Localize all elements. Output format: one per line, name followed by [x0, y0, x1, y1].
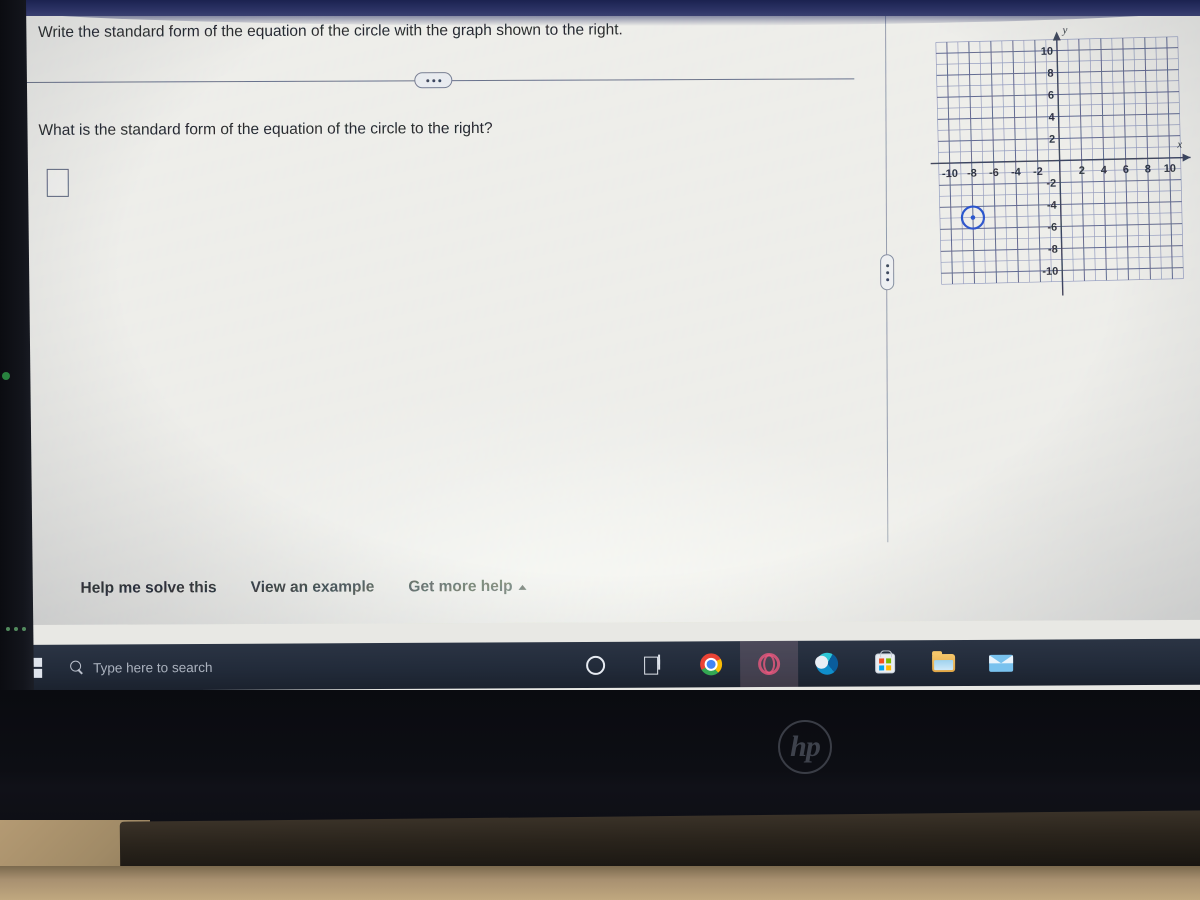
help-me-solve-this-link[interactable]: Help me solve this [80, 579, 216, 598]
dot [425, 78, 429, 82]
question-sub-prompt: What is the standard form of the equatio… [38, 119, 493, 139]
link-label: View an example [250, 578, 375, 597]
dot [885, 277, 889, 281]
y-tick-2: 2 [1049, 134, 1055, 146]
answer-input[interactable] [46, 168, 69, 197]
x-axis-arrow [1182, 153, 1191, 162]
y-tick--6: -6 [1047, 222, 1057, 234]
x-tick-6: 6 [1123, 164, 1129, 176]
x-tick--4: -4 [1011, 166, 1022, 178]
x-tick--8: -8 [967, 167, 977, 179]
x-tick-10: 10 [1164, 163, 1177, 175]
y-tick--2: -2 [1046, 178, 1056, 190]
y-tick--10: -10 [1042, 266, 1058, 278]
laptop-photo: hp Write the standard form of the equati… [0, 0, 1200, 900]
x-tick-4: 4 [1101, 164, 1108, 176]
search-input[interactable]: Type here to search [56, 643, 416, 690]
status-led [2, 372, 10, 380]
more-options-button[interactable] [414, 72, 453, 89]
opera-icon[interactable] [739, 640, 799, 688]
view-an-example-link[interactable]: View an example [251, 578, 375, 597]
x-tick--10: -10 [942, 168, 958, 180]
x-tick--6: -6 [989, 167, 999, 179]
x-axis [930, 156, 1191, 165]
desk-surface-bottom [0, 866, 1200, 900]
panel-resize-handle[interactable] [880, 254, 895, 291]
caret-up-icon [518, 584, 527, 590]
x-tick--2: -2 [1033, 166, 1043, 178]
search-icon [70, 661, 84, 675]
file-explorer-icon[interactable] [914, 640, 972, 686]
mail-icon[interactable] [972, 640, 1030, 686]
dot [431, 78, 435, 82]
x-tick-8: 8 [1145, 163, 1151, 175]
y-tick-8: 8 [1047, 68, 1053, 80]
graphed-circle-center-point [970, 215, 976, 220]
laptop-screen: Write the standard form of the equation … [0, 0, 1200, 690]
edge-icon[interactable] [798, 641, 856, 687]
dot [885, 270, 889, 274]
search-placeholder: Type here to search [93, 659, 213, 676]
x-axis-label: x [1176, 139, 1182, 151]
cortana-icon[interactable] [566, 642, 624, 688]
math-courseware-page: Write the standard form of the equation … [26, 4, 1200, 625]
dot [437, 78, 441, 82]
taskbar-pinned-icons [566, 640, 1030, 688]
windows-taskbar: Type here to search [8, 638, 1200, 690]
get-more-help-link[interactable]: Get more help [408, 577, 527, 597]
y-axis-label: y [1061, 24, 1067, 36]
y-axis-arrow [1052, 31, 1061, 41]
graph-svg: x y -10 -8 -6 -4 -2 2 4 6 8 10 10 8 6 4 2 -2 -4 -6 -8 -10 [930, 24, 1191, 296]
y-tick--8: -8 [1048, 244, 1058, 256]
link-label: Get more help [408, 577, 513, 596]
microsoft-store-icon[interactable] [856, 640, 914, 686]
task-view-icon[interactable] [624, 641, 682, 687]
link-label: Help me solve this [80, 579, 217, 597]
x-tick-2: 2 [1079, 165, 1085, 177]
footer-action-links: Help me solve this View an example Get m… [80, 577, 527, 598]
coordinate-graph[interactable]: x y -10 -8 -6 -4 -2 2 4 6 8 10 10 8 6 4 2 -2 -4 -6 -8 -10 [921, 16, 1198, 307]
y-tick-6: 6 [1048, 90, 1054, 102]
y-tick-10: 10 [1041, 46, 1054, 58]
y-tick--4: -4 [1047, 200, 1058, 212]
screen-bezel-top [0, 0, 1200, 16]
y-axis-tick-labels: 10 8 6 4 2 -2 -4 -6 -8 -10 [1041, 46, 1059, 278]
hp-logo: hp [778, 720, 832, 774]
dot [885, 263, 889, 267]
y-tick-4: 4 [1048, 112, 1055, 124]
bezel-indicator-dots [6, 618, 32, 631]
chrome-icon[interactable] [682, 641, 740, 687]
